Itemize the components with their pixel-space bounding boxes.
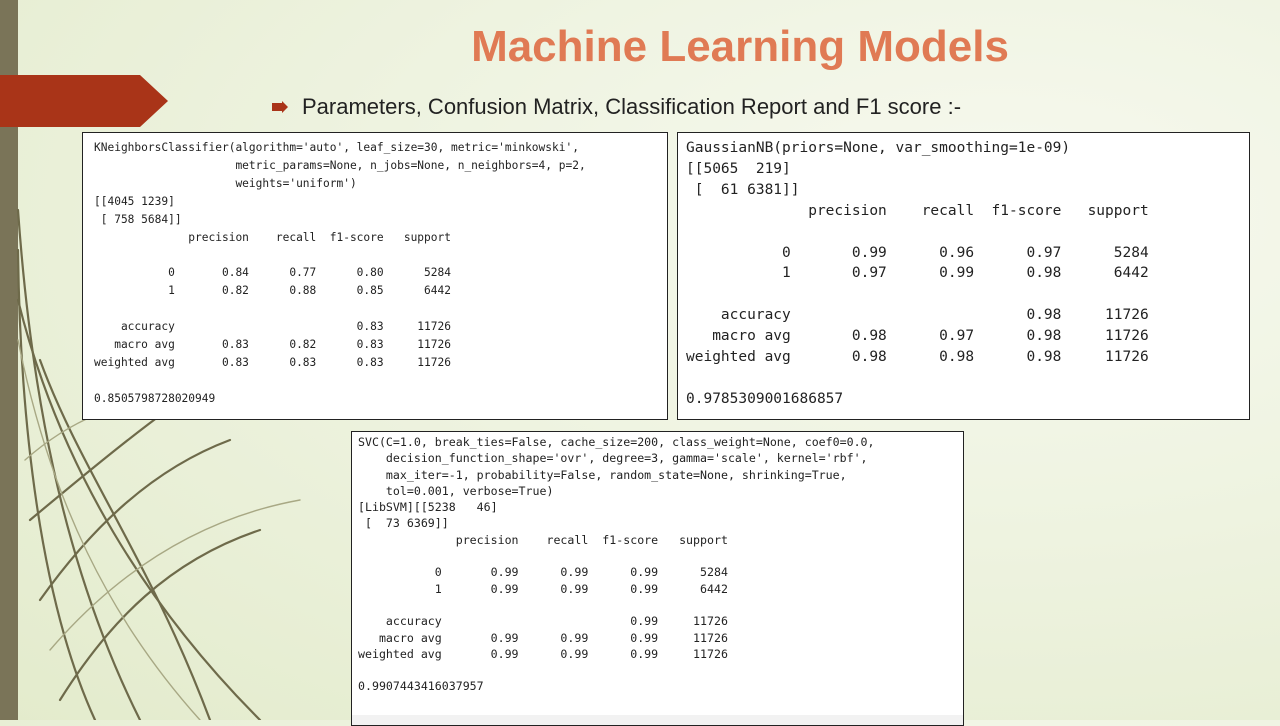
knn-model-params: KNeighborsClassifier(algorithm='auto', l… (94, 141, 586, 190)
gnb-model-params: GaussianNB(priors=None, var_smoothing=1e… (686, 140, 1071, 156)
knn-confusion-matrix: [[4045 1239] [ 758 5684]] (94, 194, 182, 226)
title-accent-arrow (0, 75, 168, 127)
gnb-output-panel: GaussianNB(priors=None, var_smoothing=1e… (677, 132, 1250, 420)
knn-classification-report: precision recall f1-score support 0 0.84… (94, 230, 451, 369)
svc-confusion-matrix: [LibSVM][[5238 46] [ 73 6369]] (358, 500, 498, 531)
gnb-f1-score: 0.9785309001686857 (686, 390, 844, 407)
arrow-bullet-icon (272, 101, 288, 113)
panel-footer-bar (352, 715, 963, 725)
svc-classification-report: precision recall f1-score support 0 0.99… (358, 532, 728, 661)
svc-f1-score: 0.9907443416037957 (358, 679, 484, 694)
knn-f1-score: 0.8505798728020949 (94, 391, 216, 405)
slide-title: Machine Learning Models (471, 22, 1009, 71)
gnb-classification-report: precision recall f1-score support 0 0.99… (686, 202, 1149, 366)
subtitle-text: Parameters, Confusion Matrix, Classifica… (302, 94, 962, 119)
gnb-confusion-matrix: [[5065 219] [ 61 6381]] (686, 160, 800, 198)
svc-output-panel: SVC(C=1.0, break_ties=False, cache_size=… (351, 431, 964, 726)
slide-subtitle: Parameters, Confusion Matrix, Classifica… (272, 94, 961, 120)
svc-model-params: SVC(C=1.0, break_ties=False, cache_size=… (358, 435, 875, 498)
knn-output-panel: KNeighborsClassifier(algorithm='auto', l… (82, 132, 668, 420)
